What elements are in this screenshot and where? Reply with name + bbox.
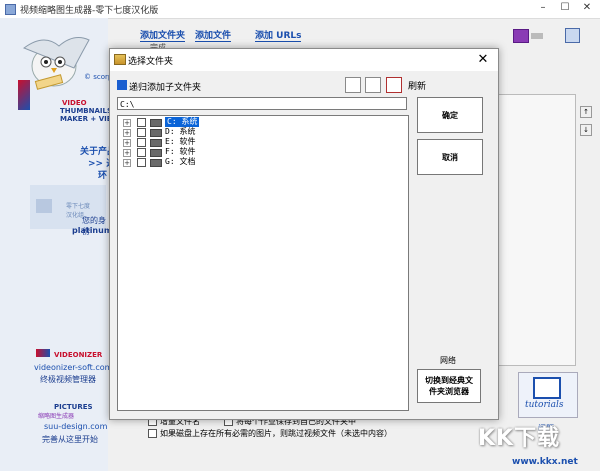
videonizer-site-link[interactable]: videonizer-soft.com xyxy=(34,363,112,372)
placeholder-text-1: 零下七度 xyxy=(66,203,91,210)
folder-tree[interactable]: + C: 系统 + D: 系统 + E: 软件 + F: 软件 + G: 文档 xyxy=(117,115,409,411)
add-urls-link[interactable]: 添加 URLs xyxy=(255,28,302,42)
pictures-sub: 缩略图生成器 xyxy=(38,413,75,420)
add-folder-link[interactable]: 添加文件夹 xyxy=(140,28,186,42)
app-icon xyxy=(5,4,16,15)
checkbox-icon[interactable] xyxy=(148,429,157,438)
minimize-icon[interactable]: – xyxy=(536,2,550,14)
watermark-logo: KK下载 xyxy=(478,426,561,451)
folder-icon xyxy=(114,54,126,65)
expand-icon[interactable]: + xyxy=(123,159,131,167)
pictures-site-link[interactable]: suu-design.com xyxy=(44,422,107,431)
tree-node-label[interactable]: F: 软件 xyxy=(165,147,195,157)
select-folder-dialog: 选择文件夹 ✕ 递归添加子文件夹 刷新 C:\ + C: 系统 + D: 系统 … xyxy=(109,48,499,420)
paste-icon[interactable] xyxy=(365,77,381,93)
close-icon[interactable]: ✕ xyxy=(580,2,594,14)
brand-strip xyxy=(18,80,30,110)
node-checkbox[interactable] xyxy=(137,128,146,137)
purple-arrow-icon[interactable] xyxy=(513,29,529,43)
scroll-up-icon[interactable]: ↑ xyxy=(580,106,592,118)
drive-icon xyxy=(150,149,162,157)
tree-node-d[interactable]: + D: 系统 xyxy=(123,127,323,138)
dialog-title: 选择文件夹 xyxy=(128,57,174,67)
copy-icon[interactable] xyxy=(345,77,361,93)
tree-node-label[interactable]: G: 文档 xyxy=(165,157,195,167)
videonizer-desc: 终极视频管理器 xyxy=(40,375,96,384)
brand-line-1: VIDEO xyxy=(62,99,87,107)
node-checkbox[interactable] xyxy=(137,138,146,147)
pictures-desc: 完善从这里开始 xyxy=(42,435,98,444)
dialog-title-bar: 选择文件夹 ✕ xyxy=(110,49,498,71)
tree-node-label[interactable]: D: 系统 xyxy=(165,127,195,137)
opt-skip-video-label: 如果磁盘上存在所有必需的图片，则跳过视频文件（未选中内容） xyxy=(160,429,392,438)
tutorials-button[interactable]: tutorials xyxy=(518,372,578,418)
node-checkbox[interactable] xyxy=(137,148,146,157)
drive-icon xyxy=(150,119,162,127)
tree-node-g[interactable]: + G: 文档 xyxy=(123,157,323,168)
watermark-url: www.kkx.net xyxy=(512,457,578,467)
dialog-close-icon[interactable]: ✕ xyxy=(476,52,490,67)
node-checkbox[interactable] xyxy=(137,118,146,127)
panel-toggle-icon[interactable] xyxy=(565,28,580,43)
ok-button[interactable]: 确定 xyxy=(417,97,483,133)
refresh-label[interactable]: 刷新 xyxy=(408,79,426,92)
scroll-down-icon[interactable]: ↓ xyxy=(580,124,592,136)
expand-icon[interactable]: + xyxy=(123,119,131,127)
cancel-button[interactable]: 取消 xyxy=(417,139,483,175)
path-input[interactable]: C:\ xyxy=(117,97,407,110)
recurse-checkbox[interactable] xyxy=(117,80,127,90)
env-link[interactable]: 环 xyxy=(98,168,107,181)
expand-icon[interactable]: + xyxy=(123,139,131,147)
tree-node-c[interactable]: + C: 系统 xyxy=(123,117,323,128)
videonizer-logo-icon xyxy=(36,349,50,357)
main-title-bar: 视频缩略图生成器-零下七度汉化版 – ☐ ✕ xyxy=(0,0,600,19)
drive-icon xyxy=(150,139,162,147)
drive-icon xyxy=(150,159,162,167)
maximize-icon[interactable]: ☐ xyxy=(558,2,572,14)
main-window-title: 视频缩略图生成器-零下七度汉化版 xyxy=(20,6,159,16)
tutorials-label: tutorials xyxy=(525,400,564,410)
switch-classic-browser-button[interactable]: 切换到经典文件夹浏览器 xyxy=(417,369,481,403)
main-list-box xyxy=(497,94,576,366)
recurse-label: 递归添加子文件夹 xyxy=(129,83,202,93)
expand-icon[interactable]: + xyxy=(123,149,131,157)
add-file-link[interactable]: 添加文件 xyxy=(195,28,232,42)
image-placeholder-icon xyxy=(36,199,52,213)
opt-skip-video[interactable]: 如果磁盘上存在所有必需的图片，则跳过视频文件（未选中内容） xyxy=(148,428,392,439)
brand-line-2: THUMBNAILS xyxy=(60,107,113,115)
expand-icon[interactable]: + xyxy=(123,129,131,137)
refresh-icon[interactable] xyxy=(386,77,402,93)
node-checkbox[interactable] xyxy=(137,158,146,167)
drive-icon xyxy=(150,129,162,137)
tree-node-e[interactable]: + E: 软件 xyxy=(123,137,323,148)
tree-node-label[interactable]: E: 软件 xyxy=(165,137,195,147)
left-sidebar: © scorp VIDEO THUMBNAILS MAKER + VIEW 关于… xyxy=(0,18,119,471)
videonizer-name: VIDEONIZER xyxy=(54,351,103,359)
tree-node-label[interactable]: C: 系统 xyxy=(165,117,200,127)
gray-arrow-icon[interactable] xyxy=(531,33,543,39)
tree-node-f[interactable]: + F: 软件 xyxy=(123,147,323,158)
tutorials-icon xyxy=(533,377,561,399)
network-label: 网络 xyxy=(440,356,456,365)
pictures-name: PICTURES xyxy=(54,403,93,411)
